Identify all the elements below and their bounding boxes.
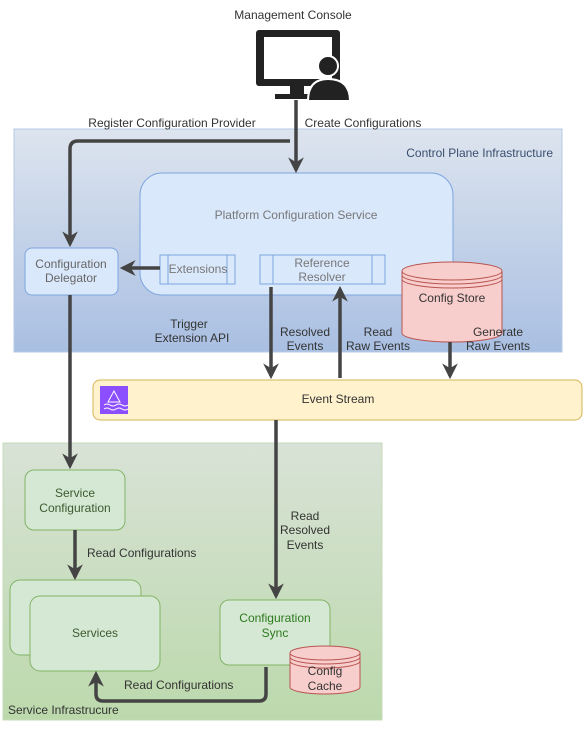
label-trigger-1: Trigger: [170, 317, 208, 331]
label-create: Create Configurations: [305, 116, 422, 130]
svg-text:Configuration: Configuration: [239, 611, 310, 625]
svg-text:Reference: Reference: [294, 256, 350, 270]
kinesis-stream-icon: [100, 386, 129, 414]
label-read-raw-1: Read: [364, 325, 393, 339]
label-read-resolved-3: Events: [287, 538, 324, 552]
service-infra-title: Service Infrastrucure: [8, 703, 119, 717]
architecture-diagram: Control Plane Infrastructure Service Inf…: [2, 8, 583, 721]
service-configuration: Service Configuration: [24, 469, 126, 531]
label-read-config-2: Read Configurations: [124, 678, 233, 692]
platform-service-label: Platform Configuration Service: [215, 208, 378, 222]
label-read-resolved-1: Read: [291, 509, 320, 523]
svg-text:Config Store: Config Store: [419, 291, 486, 305]
configuration-delegator: Configuration Delegator: [24, 247, 119, 296]
svg-text:Delegator: Delegator: [45, 271, 97, 285]
label-read-raw-2: Raw Events: [346, 339, 410, 353]
label-read-config-1: Read Configurations: [87, 546, 196, 560]
label-register: Register Configuration Provider: [88, 116, 255, 130]
svg-text:Service: Service: [55, 486, 95, 500]
control-plane-title: Control Plane Infrastructure: [406, 146, 553, 160]
event-stream-label: Event Stream: [302, 392, 375, 406]
label-trigger-2: Extension API: [155, 331, 230, 345]
label-resolved-1: Resolved: [280, 325, 330, 339]
services-stack: Services: [9, 579, 161, 672]
svg-text:Extensions: Extensions: [169, 262, 228, 276]
label-generate-1: Generate: [473, 325, 523, 339]
label-resolved-2: Events: [287, 339, 324, 353]
extensions-block: Extensions: [159, 254, 236, 285]
svg-text:Cache: Cache: [308, 679, 343, 693]
svg-text:Config: Config: [308, 664, 343, 678]
config-cache-database: Config Cache: [289, 645, 361, 695]
management-console-label: Management Console: [234, 8, 352, 22]
management-console-icon: [256, 30, 352, 102]
label-read-resolved-2: Resolved: [280, 523, 330, 537]
svg-text:Configuration: Configuration: [35, 257, 106, 271]
svg-text:Services: Services: [72, 626, 118, 640]
svg-text:Resolver: Resolver: [298, 270, 345, 284]
svg-text:Configuration: Configuration: [39, 501, 110, 515]
svg-text:Sync: Sync: [262, 626, 289, 640]
label-generate-2: Raw Events: [466, 339, 530, 353]
reference-resolver-block: Reference Resolver: [259, 254, 386, 285]
